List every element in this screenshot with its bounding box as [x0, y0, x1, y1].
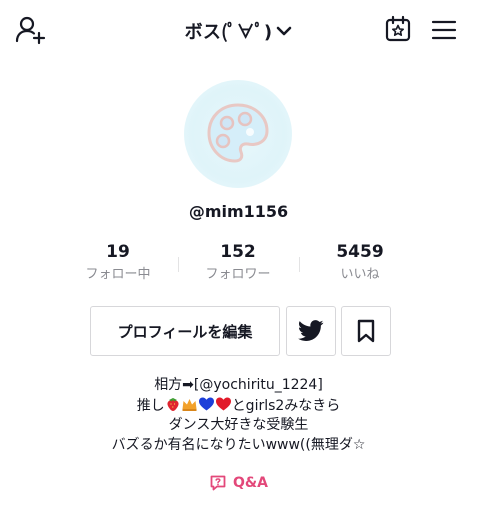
stats-divider — [299, 257, 300, 272]
qa-link[interactable]: Q&A — [0, 474, 477, 492]
stat-likes[interactable]: 5459 いいね — [300, 240, 420, 286]
menu-button[interactable] — [430, 16, 458, 44]
blue-heart-icon — [198, 397, 214, 410]
account-title: ボス(ﾟ∀ﾟ) — [184, 22, 273, 43]
strawberry-icon — [167, 397, 179, 411]
followers-label: フォロワー — [205, 267, 271, 282]
creator-tools-button[interactable] — [383, 14, 413, 44]
calendar-star-icon — [385, 15, 411, 42]
twitter-button[interactable] — [286, 306, 336, 356]
avatar[interactable] — [184, 80, 292, 188]
bio: 相方➡[@yochiritu_1224] 推し とgirls2みなきら ダンス大好… — [0, 376, 477, 455]
following-label: フォロー中 — [85, 267, 151, 282]
stat-followers[interactable]: 152 フォロワー — [178, 240, 298, 286]
twitter-icon — [298, 320, 324, 341]
bio-text: とgirls2みなきら — [231, 397, 341, 414]
likes-label: いいね — [340, 267, 380, 282]
menu-icon — [431, 20, 457, 40]
likes-count: 5459 — [336, 242, 384, 262]
stats-divider — [178, 257, 179, 272]
qa-label: Q&A — [233, 475, 268, 491]
edit-profile-label: プロフィールを編集 — [117, 322, 253, 341]
qa-icon — [210, 475, 226, 491]
bio-line: バズるか有名になりたいwww((無理ダ☆ — [111, 436, 366, 453]
chevron-down-icon — [277, 26, 292, 36]
favorites-button[interactable] — [341, 306, 391, 356]
bio-line: 推し とgirls2みなきら — [0, 396, 477, 417]
bookmark-icon — [357, 319, 375, 343]
crown-icon — [182, 398, 197, 411]
following-count: 19 — [106, 242, 130, 262]
bio-line: ダンス大好きな受験生 — [168, 417, 309, 433]
palette-icon — [207, 103, 269, 163]
bio-line: 相方➡[@yochiritu_1224] — [154, 377, 323, 393]
edit-profile-button[interactable]: プロフィールを編集 — [90, 306, 280, 356]
stat-following[interactable]: 19 フォロー中 — [58, 240, 178, 286]
bio-text: 推し — [136, 397, 165, 414]
followers-count: 152 — [220, 242, 256, 262]
stats-row: 19 フォロー中 152 フォロワー 5459 いいね — [0, 240, 477, 290]
red-heart-icon — [215, 397, 231, 410]
top-bar: ボス(ﾟ∀ﾟ) — [0, 0, 477, 60]
username: @mim1156 — [188, 202, 289, 221]
